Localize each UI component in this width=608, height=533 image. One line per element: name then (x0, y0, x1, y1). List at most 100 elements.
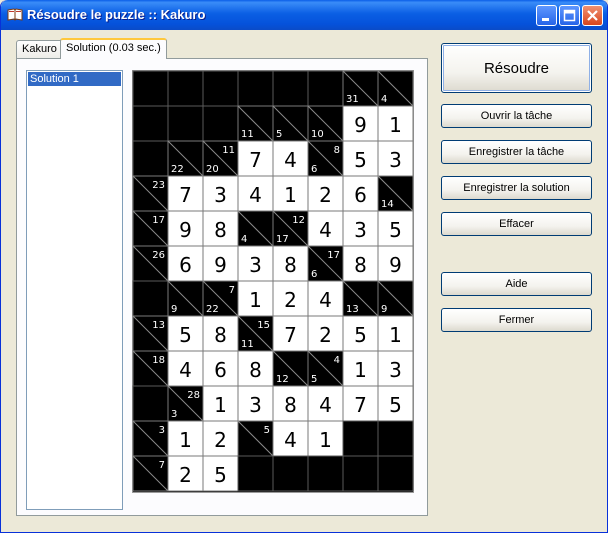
cell-value: 7 (354, 393, 367, 417)
grid-cell-black (272, 70, 309, 107)
grid-cell-black (202, 105, 239, 142)
grid-cell-black (307, 70, 344, 107)
cell-value: 8 (249, 358, 262, 382)
clue-down: 5 (276, 129, 282, 140)
cell-value: 4 (284, 148, 297, 172)
cell-value: 3 (389, 358, 402, 382)
clue-right: 7 (229, 285, 235, 296)
clue-right: 3 (159, 425, 165, 436)
close-window-button[interactable]: Fermer (441, 308, 592, 332)
cell-value: 5 (354, 148, 367, 172)
cell-value: 2 (214, 428, 227, 452)
clue-down: 11 (241, 339, 254, 350)
clue-down: 20 (206, 164, 219, 175)
clue-right: 18 (152, 355, 165, 366)
clue-right: 12 (292, 215, 305, 226)
save-task-button[interactable]: Enregistrer la tâche (441, 140, 592, 164)
cell-value: 1 (214, 393, 227, 417)
clue-down: 22 (206, 304, 219, 315)
help-button[interactable]: Aide (441, 272, 592, 296)
solution-list[interactable]: Solution 1 (26, 70, 123, 510)
clue-down: 11 (241, 129, 254, 140)
cell-value: 3 (389, 148, 402, 172)
cell-value: 7 (179, 183, 192, 207)
cell-value: 4 (319, 218, 332, 242)
cell-value: 1 (249, 288, 262, 312)
clue-down: 31 (346, 94, 359, 105)
grid-cell-black (202, 70, 239, 107)
cell-value: 2 (179, 463, 192, 487)
clue-right: 7 (159, 460, 165, 471)
save-solution-button[interactable]: Enregistrer la solution (441, 176, 592, 200)
close-button[interactable] (582, 5, 603, 26)
clue-right: 23 (152, 180, 165, 191)
solution-tab-panel: Solution 1 31 4 11 5 10 9 1 22 20 11 7 4 6 8 5 3 23 7 3 4 1 2… (16, 58, 428, 516)
grid-cell-black (377, 455, 414, 492)
tab-kakuro[interactable]: Kakuro (16, 40, 63, 59)
clear-button[interactable]: Effacer (441, 212, 592, 236)
grid-cell-black (132, 385, 169, 422)
cell-value: 5 (354, 323, 367, 347)
clue-down: 6 (311, 164, 317, 175)
maximize-button[interactable] (559, 5, 580, 26)
cell-value: 4 (319, 393, 332, 417)
window-title: Résoudre le puzzle :: Kakuro (27, 7, 206, 22)
grid-cell-black (132, 105, 169, 142)
app-window: Résoudre le puzzle :: Kakuro Kakuro Solu… (0, 0, 608, 533)
cell-value: 7 (249, 148, 262, 172)
clue-right: 17 (327, 250, 340, 261)
minimize-button[interactable] (536, 5, 557, 26)
cell-value: 6 (214, 358, 227, 382)
clue-down: 9 (381, 304, 387, 315)
grid-cell-black (132, 280, 169, 317)
cell-value: 3 (214, 183, 227, 207)
title-bar[interactable]: Résoudre le puzzle :: Kakuro (1, 0, 607, 30)
cell-value: 1 (319, 428, 332, 452)
cell-value: 8 (214, 218, 227, 242)
client-area: Kakuro Solution (0.03 sec.) Solution 1 3… (5, 30, 605, 529)
cell-value: 3 (354, 218, 367, 242)
grid-cell-black (342, 420, 379, 457)
cell-value: 9 (354, 113, 367, 137)
cell-value: 1 (354, 358, 367, 382)
grid-cell-black (167, 70, 204, 107)
cell-value: 2 (319, 323, 332, 347)
grid-cell-black (237, 70, 274, 107)
clue-down: 4 (241, 234, 247, 245)
clue-down: 14 (381, 199, 394, 210)
clue-down: 12 (276, 374, 289, 385)
kakuro-grid: 31 411 5 10 9 122 2011 7 4 68 5 323 7 3 4 1 2 6 1417 9 8 4 171… (132, 70, 414, 493)
minimize-icon (542, 18, 549, 21)
clue-right: 28 (187, 390, 200, 401)
cell-value: 1 (179, 428, 192, 452)
close-icon (587, 10, 598, 21)
cell-value: 9 (214, 253, 227, 277)
cell-value: 4 (284, 428, 297, 452)
clue-down: 4 (381, 94, 387, 105)
grid-cell-black (377, 420, 414, 457)
cell-value: 7 (284, 323, 297, 347)
tab-solution[interactable]: Solution (0.03 sec.) (60, 38, 167, 59)
cell-value: 6 (179, 253, 192, 277)
clue-down: 22 (171, 164, 184, 175)
clue-right: 17 (152, 215, 165, 226)
cell-value: 3 (249, 393, 262, 417)
cell-value: 2 (319, 183, 332, 207)
open-task-button[interactable]: Ouvrir la tâche (441, 104, 592, 128)
cell-value: 9 (389, 253, 402, 277)
list-item-solution-1[interactable]: Solution 1 (28, 72, 121, 86)
grid-cell-black (237, 455, 274, 492)
grid-cell-black (272, 455, 309, 492)
book-icon (7, 8, 23, 21)
cell-value: 3 (249, 253, 262, 277)
clue-down: 5 (311, 374, 317, 385)
cell-value: 9 (179, 218, 192, 242)
resoudre-button[interactable]: Résoudre (441, 43, 592, 93)
cell-value: 8 (214, 323, 227, 347)
clue-down: 6 (311, 269, 317, 280)
cell-value: 5 (389, 218, 402, 242)
cell-value: 1 (389, 323, 402, 347)
cell-value: 4 (319, 288, 332, 312)
grid-cell-black (132, 70, 169, 107)
clue-down: 10 (311, 129, 324, 140)
